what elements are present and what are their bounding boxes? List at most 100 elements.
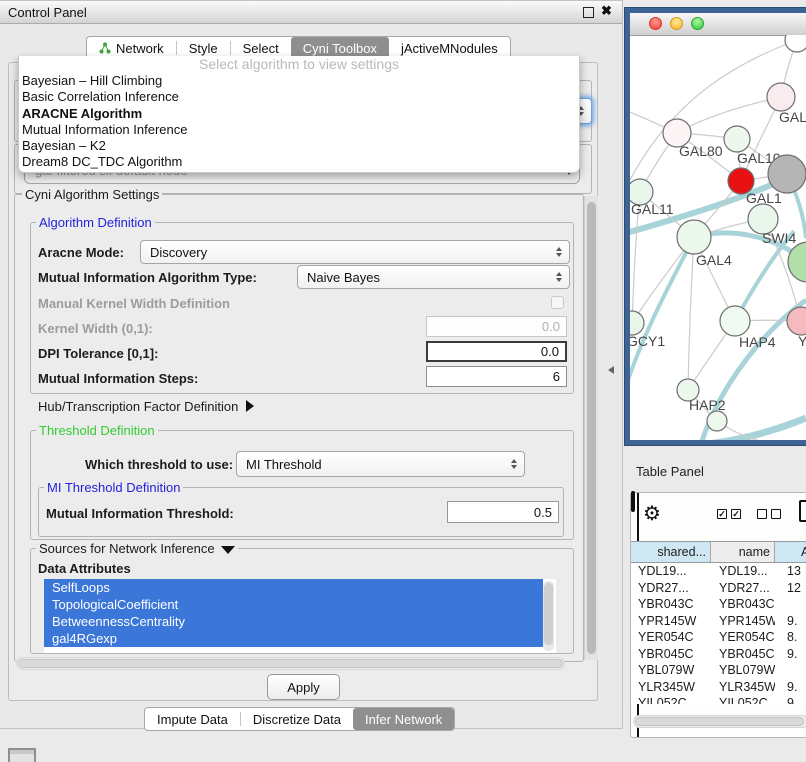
table-cell: YDR27... [711, 581, 775, 595]
mi-algorithm-type-combobox[interactable]: Naive Bayes [297, 265, 570, 289]
settings-horizontal-scrollbar[interactable] [16, 657, 565, 670]
zoom-traffic-light-icon[interactable] [691, 17, 704, 30]
table-row[interactable]: YLR345WYLR345W9. [631, 679, 806, 696]
gear-icon[interactable]: ⚙ [643, 501, 661, 526]
screen: Control Panel ✖ NetworkStyleSelectCyni T… [0, 0, 806, 762]
bottom-tab-impute-data[interactable]: Impute Data [145, 708, 240, 730]
attributes-scrollbar[interactable] [543, 581, 554, 651]
manual-kernel-label: Manual Kernel Width Definition [38, 296, 230, 311]
table-cell: 9. [775, 696, 806, 704]
bottom-tab-infer-network[interactable]: Infer Network [353, 708, 454, 730]
network-node[interactable] [785, 35, 806, 52]
table-row[interactable]: YER054CYER054C8. [631, 629, 806, 646]
mi-threshold-label: Mutual Information Threshold: [46, 506, 234, 521]
tab-label: Style [189, 41, 218, 56]
algorithm-dropdown-list: Bayesian – Hill ClimbingBasic Correlatio… [19, 73, 579, 171]
network-node[interactable] [768, 155, 806, 193]
table-cell: YLR345W [631, 680, 711, 694]
attribute-item[interactable]: TopologicalCoefficient [44, 596, 543, 613]
apply-button[interactable]: Apply [267, 674, 340, 700]
table-row[interactable]: YBR043CYBR043C [631, 596, 806, 613]
mi-algorithm-type-label: Mutual Information Algorithm Type: [38, 270, 257, 285]
table-cell: YBL079W [711, 663, 775, 677]
kernel-width-field[interactable]: 0.0 [426, 316, 567, 337]
table-row[interactable]: YPR145WYPR145W9. [631, 613, 806, 630]
mi-algorithm-type-value: Naive Bayes [307, 270, 380, 285]
table-cell: 13 [775, 564, 806, 578]
algorithm-option[interactable]: Bayesian – K2 [19, 138, 579, 154]
table-cell: YBR045C [631, 647, 711, 661]
network-node-hap4[interactable] [720, 306, 750, 336]
checked-checkbox-icon[interactable]: ✓ [731, 509, 741, 519]
table-row[interactable]: YBR045CYBR045C9. [631, 646, 806, 663]
aracne-mode-label: Aracne Mode: [38, 245, 124, 260]
column-header[interactable]: A [775, 542, 806, 562]
network-canvas[interactable]: GALGAL80GAL10GAL1GAL11SWI4GAL4GCY1HAP4YH… [630, 35, 806, 440]
unchecked-checkbox-icon[interactable] [771, 509, 781, 519]
algorithm-option[interactable]: Mutual Information Inference [19, 122, 579, 138]
node-label: GCY1 [630, 333, 665, 349]
node-label: GAL80 [679, 143, 723, 159]
minimized-window-icon[interactable] [8, 748, 36, 762]
combo-arrows-icon [556, 272, 562, 282]
node-label: HAP4 [739, 334, 776, 350]
network-node-gcy1[interactable] [630, 311, 644, 335]
table-row[interactable]: YIL052CYIL052C9. [631, 695, 806, 704]
algorithm-option[interactable]: Basic Correlation Inference [19, 89, 579, 105]
minimize-traffic-light-icon[interactable] [670, 17, 683, 30]
dpi-tolerance-value: 0.0 [541, 344, 559, 359]
table-panel-title: Table Panel [636, 464, 704, 479]
manual-kernel-checkbox[interactable] [551, 296, 564, 309]
settings-vertical-scrollbar[interactable] [584, 196, 598, 660]
sources-toggle[interactable]: Sources for Network Inference [36, 541, 238, 556]
sources-title: Sources for Network Inference [39, 541, 215, 556]
algorithm-definition-title: Algorithm Definition [36, 215, 155, 230]
mi-steps-field[interactable]: 6 [426, 366, 567, 387]
mi-steps-value: 6 [553, 369, 560, 384]
table-row[interactable]: YDL19...YDL19...13 [631, 563, 806, 580]
column-header[interactable]: name [711, 542, 775, 562]
hub-section-toggle[interactable]: Hub/Transcription Factor Definition [38, 399, 254, 414]
table-cell: YER054C [631, 630, 711, 644]
hub-section-label: Hub/Transcription Factor Definition [38, 399, 238, 414]
table-cell: YDL19... [631, 564, 711, 578]
table-header-row[interactable]: shared...nameA [631, 541, 806, 563]
split-pane-collapse-icon[interactable] [608, 366, 614, 374]
aracne-mode-value: Discovery [150, 245, 207, 260]
table-cell: YBR043C [631, 597, 711, 611]
column-header[interactable]: shared... [631, 542, 711, 562]
dpi-tolerance-field[interactable]: 0.0 [426, 341, 567, 362]
network-node-gal[interactable] [767, 83, 795, 111]
close-traffic-light-icon[interactable] [649, 17, 662, 30]
algorithm-option[interactable]: Bayesian – Hill Climbing [19, 73, 579, 89]
mi-threshold-value: 0.5 [534, 505, 552, 520]
algorithm-option[interactable]: ARACNE Algorithm [19, 106, 579, 122]
unchecked-checkbox-icon[interactable] [757, 509, 767, 519]
attribute-item[interactable]: SelfLoops [44, 579, 543, 596]
bottom-tab-label: Infer Network [365, 712, 442, 727]
checked-checkbox-icon[interactable]: ✓ [717, 509, 727, 519]
network-node-gal10[interactable] [724, 126, 750, 152]
table-cell: 12 [775, 581, 806, 595]
document-icon[interactable] [799, 500, 806, 522]
column-layout-icon[interactable] [631, 491, 635, 512]
network-node[interactable] [707, 411, 727, 431]
network-node-gal4[interactable] [677, 220, 711, 254]
table-row[interactable]: YDR27...YDR27...12 [631, 580, 806, 597]
float-window-icon[interactable] [583, 7, 594, 18]
table-row[interactable]: YBL079WYBL079W [631, 662, 806, 679]
table-cell: YBR043C [711, 597, 775, 611]
mi-threshold-field[interactable]: 0.5 [447, 501, 559, 523]
network-node[interactable] [788, 242, 806, 282]
algorithm-dropdown-hint: Select algorithm to view settings [19, 56, 579, 73]
cyni-settings-title: Cyni Algorithm Settings [22, 187, 162, 202]
close-icon[interactable]: ✖ [601, 3, 612, 19]
table-cell: 9. [775, 680, 806, 694]
bottom-tab-discretize-data[interactable]: Discretize Data [241, 708, 353, 730]
attribute-item[interactable]: gal4RGexp [44, 630, 543, 647]
table-horizontal-scrollbar[interactable] [633, 715, 806, 728]
algorithm-option[interactable]: Dream8 DC_TDC Algorithm [19, 154, 579, 170]
which-threshold-combobox[interactable]: MI Threshold [236, 451, 525, 477]
attribute-item[interactable]: BetweennessCentrality [44, 613, 543, 630]
aracne-mode-combobox[interactable]: Discovery [140, 240, 570, 264]
